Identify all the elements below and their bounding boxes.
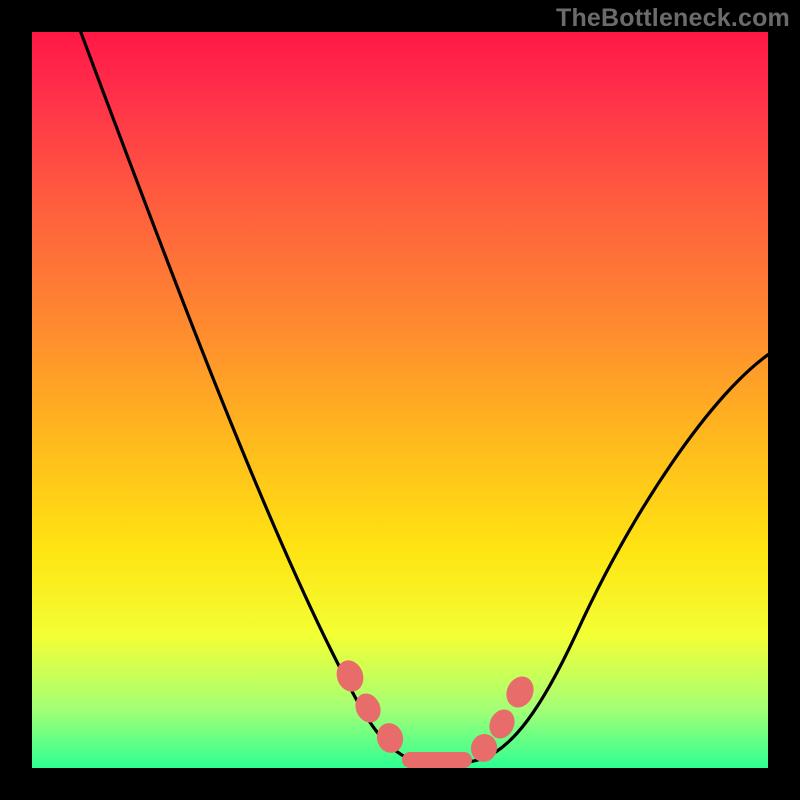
plot-area: [32, 32, 768, 768]
watermark-text: TheBottleneck.com: [556, 4, 790, 33]
chart-frame: TheBottleneck.com: [0, 0, 800, 800]
marker-group: [332, 657, 538, 768]
bottleneck-curve: [77, 32, 768, 764]
curve-layer: [32, 32, 768, 768]
